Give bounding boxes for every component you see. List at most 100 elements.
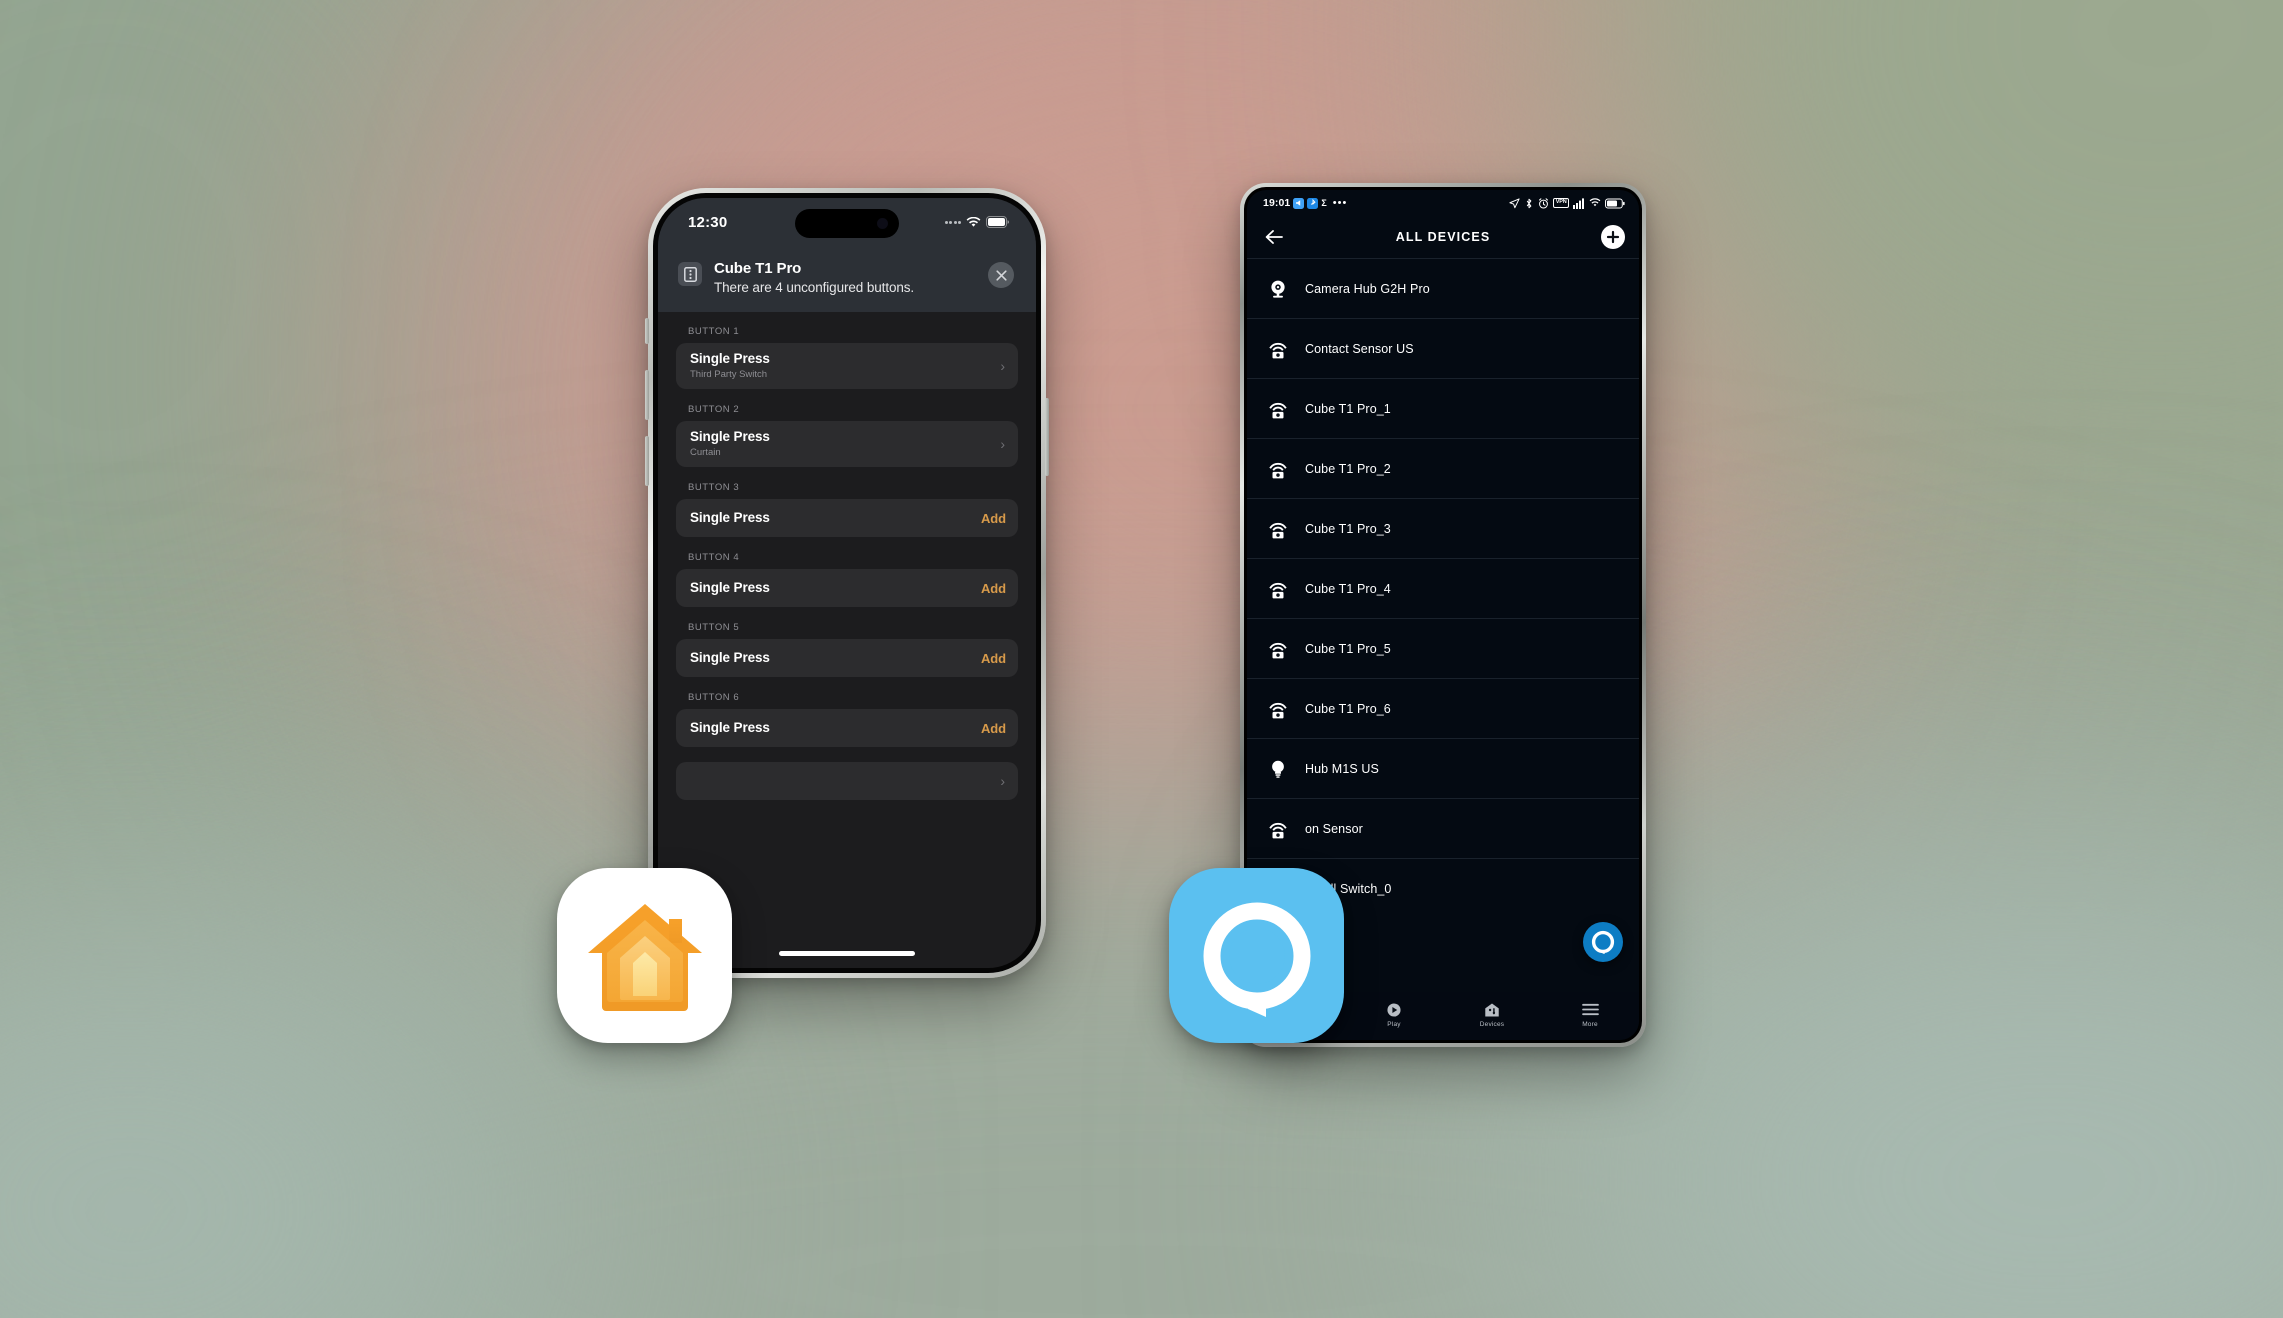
device-name-label: Cube T1 Pro_2 xyxy=(1305,461,1391,476)
device-sheet-text: Cube T1 Pro There are 4 unconfigured but… xyxy=(714,260,976,296)
nav-item-more[interactable]: More xyxy=(1541,1001,1639,1028)
button-config-row[interactable]: Single Press Add xyxy=(676,569,1018,607)
device-list-item[interactable]: Camera Hub G2H Pro xyxy=(1247,258,1639,318)
device-list-item[interactable]: on Sensor xyxy=(1247,798,1639,858)
notification-badge-blue2-icon xyxy=(1307,197,1319,209)
device-list-item[interactable]: Contact Sensor US xyxy=(1247,318,1639,378)
button-action-label: Single Press xyxy=(690,351,770,366)
nav-item-label: More xyxy=(1582,1020,1598,1028)
sigma-icon: Σ xyxy=(1321,198,1327,208)
device-name-label: Cube T1 Pro_1 xyxy=(1305,401,1391,416)
button-config-group: BUTTON 3 Single Press Add xyxy=(676,482,1018,537)
button-config-group: BUTTON 4 Single Press Add xyxy=(676,552,1018,607)
bluetooth-icon xyxy=(1524,198,1534,209)
plus-icon[interactable] xyxy=(1601,225,1625,249)
button-group-label: BUTTON 1 xyxy=(688,326,740,337)
battery-icon xyxy=(1605,198,1625,209)
iphone-device-frame: 12:30 Cube T1 Pro There are 4 unconfigur… xyxy=(645,188,1049,978)
button-action-label: Single Press xyxy=(690,720,770,735)
sensor-icon xyxy=(1265,816,1291,842)
sensor-icon xyxy=(1265,456,1291,482)
button-action-label: Single Press xyxy=(690,650,770,665)
button-group-label: BUTTON 2 xyxy=(688,404,740,415)
location-icon xyxy=(1509,197,1520,209)
device-name-label: Hub M1S US xyxy=(1305,761,1379,776)
device-sheet-header: Cube T1 Pro There are 4 unconfigured but… xyxy=(658,246,1036,312)
button-group-label: BUTTON 4 xyxy=(688,552,740,563)
vpn-icon: VPN xyxy=(1553,197,1569,209)
device-list-item[interactable]: Cube T1 Pro_5 xyxy=(1247,618,1639,678)
device-title: Cube T1 Pro xyxy=(714,260,802,277)
hamburger-icon xyxy=(1581,1001,1599,1019)
button-config-row[interactable]: Single Press Add xyxy=(676,639,1018,677)
sensor-icon xyxy=(1265,576,1291,602)
button-row-text: Single Press xyxy=(690,510,981,526)
sensor-icon xyxy=(1265,636,1291,662)
add-action-button[interactable]: Add xyxy=(981,721,1006,736)
nav-item-play[interactable]: Play xyxy=(1345,1001,1443,1028)
android-status-bar: 19:01 Σ ••• VPN xyxy=(1247,190,1639,216)
button-row-text: Single Press xyxy=(690,720,981,736)
apple-home-app-icon[interactable] xyxy=(557,868,732,1043)
wifi-icon xyxy=(966,216,981,228)
device-list-item[interactable]: Hub M1S US xyxy=(1247,738,1639,798)
device-list-item[interactable]: Cube T1 Pro_2 xyxy=(1247,438,1639,498)
add-action-button[interactable]: Add xyxy=(981,511,1006,526)
alexa-icon xyxy=(1591,930,1615,954)
button-action-label: Single Press xyxy=(690,429,770,444)
alexa-fab-button[interactable] xyxy=(1583,922,1623,962)
wifi-icon xyxy=(1589,198,1601,208)
button-row-text: Single Press Curtain xyxy=(690,429,1000,459)
button-action-label: Single Press xyxy=(690,510,770,525)
chevron-right-icon: › xyxy=(1000,436,1005,452)
volume-down-button[interactable] xyxy=(645,436,649,486)
button-config-row[interactable]: Single Press Curtain › xyxy=(676,421,1018,467)
screenshot-stage: 12:30 Cube T1 Pro There are 4 unconfigur… xyxy=(0,0,2283,1318)
button-config-row[interactable]: › xyxy=(676,762,1018,800)
sensor-icon xyxy=(1265,396,1291,422)
sensor-icon xyxy=(1265,516,1291,542)
device-module-icon xyxy=(678,262,702,286)
device-list-item[interactable]: Cube T1 Pro_1 xyxy=(1247,378,1639,438)
button-config-group: › xyxy=(676,762,1018,800)
volume-up-button[interactable] xyxy=(645,370,649,420)
silence-switch[interactable] xyxy=(645,318,649,344)
iphone-bezel: 12:30 Cube T1 Pro There are 4 unconfigur… xyxy=(653,193,1041,973)
alarm-icon xyxy=(1538,197,1549,209)
android-status-icons: VPN xyxy=(1509,197,1625,209)
nav-item-label: Play xyxy=(1387,1020,1401,1028)
device-name-label: Cube T1 Pro_5 xyxy=(1305,641,1391,656)
device-name-label: Cube T1 Pro_3 xyxy=(1305,521,1391,536)
camera-icon xyxy=(1265,276,1291,302)
page-title: ALL DEVICES xyxy=(1395,230,1491,244)
play-icon xyxy=(1386,1001,1402,1019)
button-config-row[interactable]: Single Press Add xyxy=(676,709,1018,747)
device-list-item[interactable]: Cube T1 Pro_3 xyxy=(1247,498,1639,558)
button-config-list[interactable]: BUTTON 1 Single Press Third Party Switch › B… xyxy=(658,312,1036,868)
bulb-icon xyxy=(1265,756,1291,782)
sensor-icon xyxy=(1265,336,1291,362)
chevron-right-icon: › xyxy=(1000,773,1005,789)
ios-status-icons xyxy=(944,216,1011,228)
button-config-group: BUTTON 6 Single Press Add xyxy=(676,692,1018,747)
iphone-screen: 12:30 Cube T1 Pro There are 4 unconfigur… xyxy=(658,198,1036,968)
device-list-item[interactable]: Cube T1 Pro_6 xyxy=(1247,678,1639,738)
add-action-button[interactable]: Add xyxy=(981,651,1006,666)
front-camera-icon xyxy=(877,218,888,229)
button-config-row[interactable]: Single Press Add xyxy=(676,499,1018,537)
power-button[interactable] xyxy=(1045,398,1049,476)
back-arrow-icon[interactable] xyxy=(1261,224,1287,250)
amazon-alexa-app-icon[interactable] xyxy=(1169,868,1344,1043)
device-name-label: Cube T1 Pro_6 xyxy=(1305,701,1391,716)
button-action-label: Single Press xyxy=(690,580,770,595)
close-icon[interactable] xyxy=(988,262,1014,288)
add-action-button[interactable]: Add xyxy=(981,581,1006,596)
cellular-dots-icon xyxy=(944,220,961,224)
background-gradient xyxy=(0,0,2283,1318)
device-list-item[interactable]: Cube T1 Pro_4 xyxy=(1247,558,1639,618)
nav-item-label: Devices xyxy=(1479,1020,1505,1028)
button-config-row[interactable]: Single Press Third Party Switch › xyxy=(676,343,1018,389)
android-app-bar: ALL DEVICES xyxy=(1247,216,1639,258)
alexa-app-icon xyxy=(1203,902,1310,1017)
nav-item-devices[interactable]: Devices xyxy=(1443,1001,1541,1028)
